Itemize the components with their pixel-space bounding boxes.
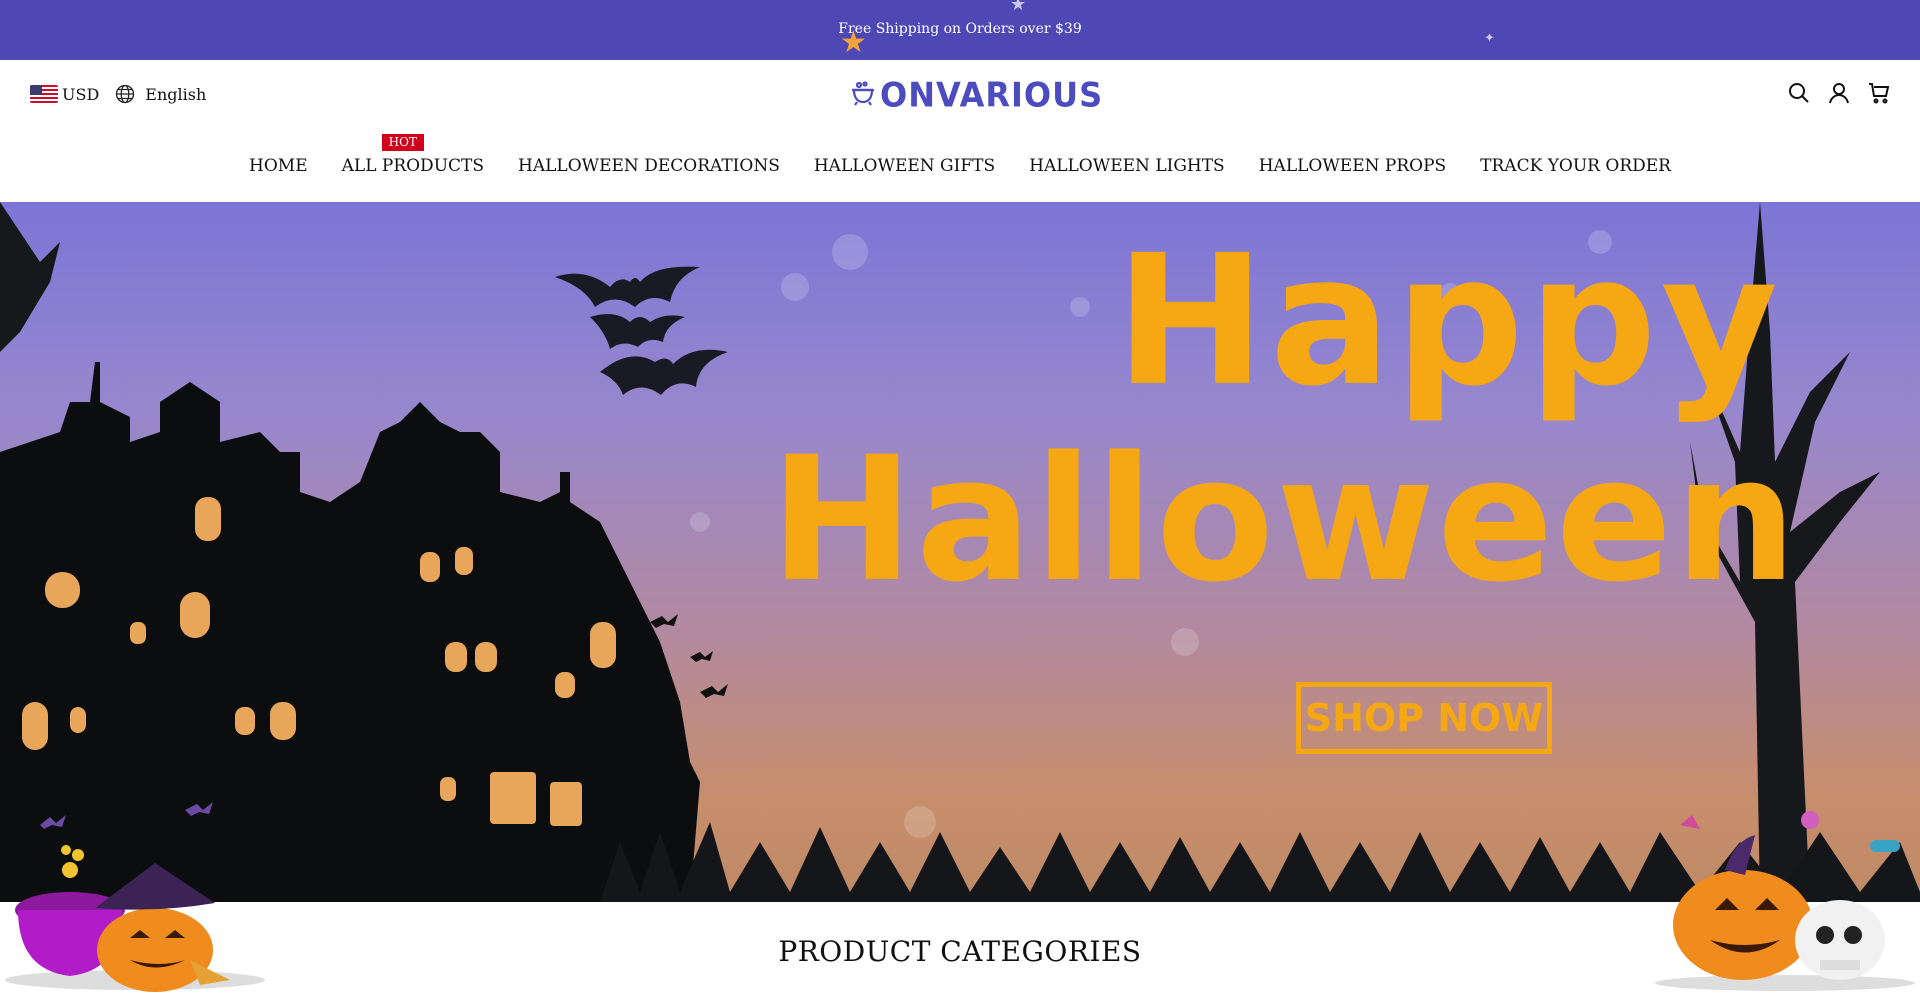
language-selector[interactable]: English	[145, 85, 206, 104]
star-decoration-icon: ★	[840, 25, 867, 60]
site-logo[interactable]: ONVARIOUS	[850, 75, 1104, 115]
announcement-text: Free Shipping on Orders over $39	[838, 21, 1082, 37]
nav-item-track-your-order[interactable]: TRACK YOUR ORDER	[1480, 156, 1671, 176]
nav-item-all-products[interactable]: HOT ALL PRODUCTS	[341, 134, 485, 176]
nav-item-halloween-props[interactable]: HALLOWEEN PROPS	[1259, 156, 1446, 176]
shop-now-button[interactable]: SHOP NOW	[1296, 682, 1552, 754]
currency-selector[interactable]: USD	[62, 85, 99, 104]
hero-banner[interactable]: Happy Halloween SHOP NOW ×	[0, 202, 1920, 902]
locale-switcher: USD English	[30, 84, 206, 104]
bats-illustration	[555, 266, 728, 395]
hero-title-line1: Happy	[1115, 217, 1783, 426]
header-actions	[1788, 82, 1890, 104]
nav-item-halloween-decorations[interactable]: HALLOWEEN DECORATIONS	[518, 156, 780, 176]
star-decoration-icon: ✦	[1484, 31, 1495, 46]
main-nav: HOME HOT ALL PRODUCTS HALLOWEEN DECORATI…	[0, 134, 1920, 176]
nav-item-halloween-gifts[interactable]: HALLOWEEN GIFTS	[814, 156, 995, 176]
user-icon[interactable]	[1828, 82, 1850, 104]
logo-cauldron-icon	[850, 80, 876, 110]
star-decoration-icon: ★	[1010, 0, 1027, 15]
logo-text: ONVARIOUS	[880, 75, 1104, 115]
search-icon[interactable]	[1788, 82, 1810, 104]
cart-icon[interactable]	[1868, 82, 1890, 104]
hot-badge: HOT	[381, 134, 424, 151]
us-flag-icon	[30, 85, 58, 103]
globe-icon	[115, 84, 135, 104]
site-header: USD English ONVARIOUS HOME HOT ALL PRODU…	[0, 60, 1920, 202]
hero-title-line2: Halloween	[770, 419, 1799, 620]
nav-item-label: ALL PRODUCTS	[341, 156, 485, 176]
nav-item-halloween-lights[interactable]: HALLOWEEN LIGHTS	[1029, 156, 1225, 176]
product-categories-heading: PRODUCT CATEGORIES	[778, 935, 1142, 968]
nav-item-home[interactable]: HOME	[249, 156, 308, 176]
announcement-bar: ★ ★ ✦ Free Shipping on Orders over $39	[0, 0, 1920, 60]
